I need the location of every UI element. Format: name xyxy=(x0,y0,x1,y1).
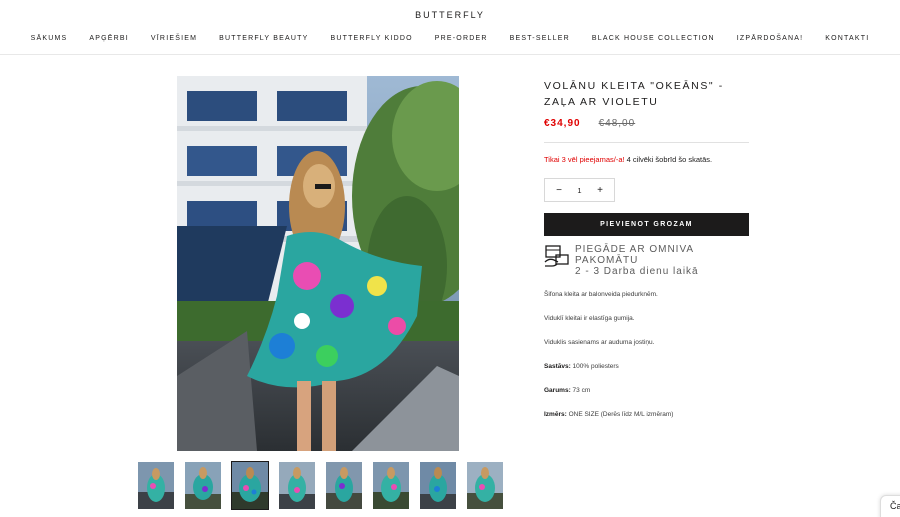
site-logo[interactable]: BUTTERFLY xyxy=(0,10,900,20)
spec-value: 100% poliesters xyxy=(570,363,619,370)
size-spec: Izmērs: ONE SIZE (Derēs līdz M/L izmēram… xyxy=(544,411,749,419)
shipping-text: PIEGĀDE AR OMNIVA PAKOMĀTU 2 - 3 Darba d… xyxy=(575,244,749,277)
quantity-input[interactable]: 1 xyxy=(577,186,581,195)
nav-item-izparodsana[interactable]: IZPĀRDOŠANA! xyxy=(726,35,815,42)
product-title: VOLĀNU KLEITA "OKEĀNS" - ZAĻA AR VIOLETU xyxy=(544,80,724,108)
spec-value: 73 cm xyxy=(570,387,591,394)
thumbnail-7[interactable] xyxy=(420,462,456,509)
thumbnail-3[interactable] xyxy=(231,461,269,510)
nav-item-pre-order[interactable]: PRE-ORDER xyxy=(424,35,499,42)
nav-item-black-house[interactable]: BLACK HOUSE COLLECTION xyxy=(581,35,726,42)
thumbnail-strip xyxy=(138,461,503,510)
quantity-decrease-button[interactable]: − xyxy=(554,185,564,196)
spec-value: ONE SIZE (Derēs līdz M/L izmēram) xyxy=(566,411,674,418)
quantity-stepper: − 1 + xyxy=(544,178,615,202)
product-photo xyxy=(177,76,459,451)
quantity-increase-button[interactable]: + xyxy=(595,185,605,196)
price-row: €34,90 €48,00 xyxy=(544,118,749,129)
thumbnail-2[interactable] xyxy=(185,462,221,509)
thumbnail-1[interactable] xyxy=(138,462,174,509)
nav-item-apgerbi[interactable]: APĢĒRBI xyxy=(78,35,140,42)
product-main-image[interactable] xyxy=(177,76,459,451)
sale-price: €34,90 xyxy=(544,118,581,129)
parcel-delivery-icon xyxy=(544,244,571,268)
length-spec: Garums: 73 cm xyxy=(544,387,749,395)
thumbnail-5[interactable] xyxy=(326,462,362,509)
stock-warning: Tikai 3 vēl pieejamas/-a! xyxy=(544,155,625,164)
site-header: BUTTERFLY SĀKUMS APĢĒRBI VĪRIEŠIEM BUTTE… xyxy=(0,0,900,55)
product-description: Šifona kleita ar balonveida piedurknēm. … xyxy=(544,291,749,419)
shipping-info: PIEGĀDE AR OMNIVA PAKOMĀTU 2 - 3 Darba d… xyxy=(544,244,749,277)
description-line: Šifona kleita ar balonveida piedurknēm. xyxy=(544,291,658,298)
nav-item-kontakti[interactable]: KONTAKTI xyxy=(814,35,880,42)
composition-spec: Sastāvs: 100% poliesters xyxy=(544,363,749,371)
chat-widget-button[interactable]: Ča xyxy=(880,495,900,517)
divider xyxy=(544,142,749,143)
thumbnail-8[interactable] xyxy=(467,462,503,509)
spec-label: Garums: xyxy=(544,387,571,394)
description-line: Viduklis sasienams ar auduma jostiņu. xyxy=(544,339,655,346)
nav-item-viriesiem[interactable]: VĪRIEŠIEM xyxy=(140,35,208,42)
description-line: Viduklī kleitai ir elastīga gumija. xyxy=(544,315,635,322)
stock-notice: Tikai 3 vēl pieejamas/-a! 4 cilvēki šobr… xyxy=(544,155,749,164)
original-price: €48,00 xyxy=(598,118,636,129)
shipping-time: 2 - 3 Darba dienu laikā xyxy=(575,266,699,277)
nav-item-sakums[interactable]: SĀKUMS xyxy=(20,35,79,42)
main-nav: SĀKUMS APĢĒRBI VĪRIEŠIEM BUTTERFLY BEAUT… xyxy=(0,35,900,42)
nav-item-best-seller[interactable]: BEST-SELLER xyxy=(499,35,581,42)
product-info: VOLĀNU KLEITA "OKEĀNS" - ZAĻA AR VIOLETU… xyxy=(544,78,749,419)
spec-label: Sastāvs: xyxy=(544,363,571,370)
spec-label: Izmērs: xyxy=(544,411,567,418)
nav-item-butterfly-beauty[interactable]: BUTTERFLY BEAUTY xyxy=(208,35,319,42)
viewers-count-text: 4 cilvēki šobrīd šo skatās. xyxy=(624,155,713,164)
thumbnail-4[interactable] xyxy=(279,462,315,509)
shipping-method: PIEGĀDE AR OMNIVA PAKOMĀTU xyxy=(575,244,694,266)
thumbnail-6[interactable] xyxy=(373,462,409,509)
add-to-cart-button[interactable]: PIEVIENOT GROZAM xyxy=(544,213,749,236)
nav-item-butterfly-kiddo[interactable]: BUTTERFLY KIDDO xyxy=(319,35,423,42)
